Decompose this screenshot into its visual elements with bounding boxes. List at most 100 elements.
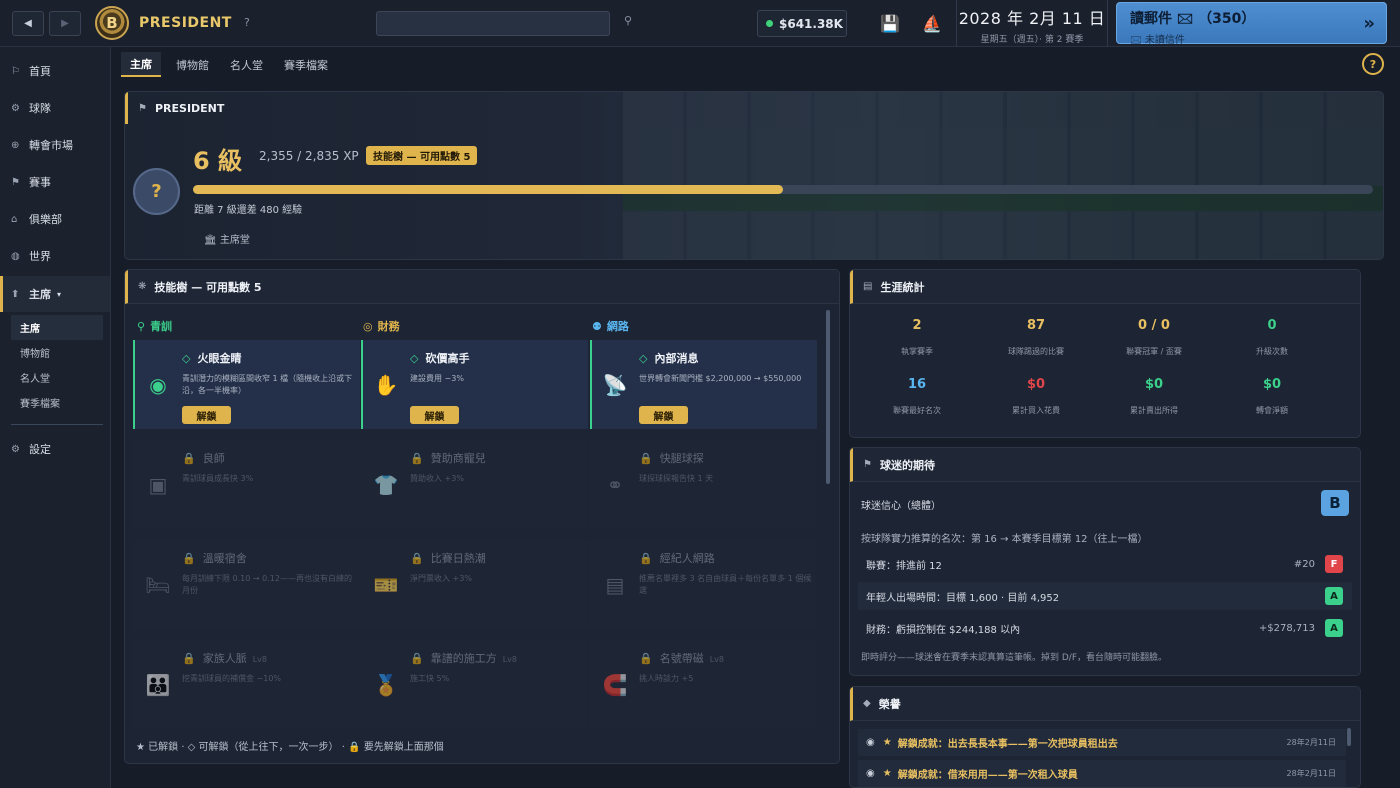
column-youth: ⚲ 青訓: [137, 318, 172, 334]
diamond-icon: ◇: [639, 352, 648, 365]
lock-icon: 🔒: [639, 452, 653, 465]
tab-bar: 主席 博物館 名人堂 賽季檔案: [111, 47, 1400, 77]
president-avatar[interactable]: ?: [133, 168, 180, 215]
sidebar-item-club[interactable]: ⌂ 俱樂部: [0, 201, 110, 237]
sidebar-item-president[interactable]: ⬆ 主席 ▾: [0, 276, 110, 312]
expectation-value: #20: [1293, 558, 1315, 570]
stat-value: 2: [912, 318, 922, 333]
board-icon: ▣: [148, 473, 168, 497]
subnav-item-season-archive[interactable]: 賽季檔案: [11, 390, 103, 415]
stat-label: 累計賣出所得: [1130, 406, 1178, 415]
president-header-label: PRESIDENT: [154, 101, 225, 115]
honors-scrollbar[interactable]: [1347, 728, 1351, 746]
flag-icon: ⚑: [863, 459, 872, 470]
tab-museum[interactable]: 博物館: [167, 52, 218, 77]
sidebar-item-world[interactable]: ◍ 世界: [0, 238, 110, 274]
subnav-item-hall-of-fame[interactable]: 名人堂: [11, 365, 103, 390]
fan-expectation-row: 聯賽：排進前 12 #20 F: [858, 550, 1352, 578]
ship-icon[interactable]: ⛵: [922, 14, 942, 33]
club-icon: ⌂: [11, 213, 18, 225]
skill-description: 建設費用 −3%: [410, 374, 464, 383]
skill-tree-scrollbar[interactable]: [826, 310, 830, 484]
cash-display[interactable]: $641.38K: [757, 10, 847, 37]
club-logo[interactable]: B: [95, 6, 129, 40]
stat-label: 球隊踢過的比賽: [1008, 347, 1064, 356]
honor-row[interactable]: ◉ ★ 解鎖成就：借來用用——第一次租入球員 28年2月11日: [858, 760, 1346, 787]
skill-name: 名號帶磁: [659, 652, 704, 665]
search-icon[interactable]: ⚲: [624, 14, 632, 27]
skill-description: 挑人時談力 +5: [639, 674, 694, 683]
stat-value: $0: [1026, 377, 1046, 392]
tab-season-archive[interactable]: 賽季檔案: [275, 52, 337, 77]
career-stats-title: 生涯統計: [880, 280, 925, 294]
mail-button[interactable]: 讀郵件 🖂 （350） 🖂 未讀信件 »: [1116, 2, 1387, 46]
sidebar-item-home[interactable]: ⚐ 首頁: [0, 53, 110, 89]
skill-description: 施工快 5%: [410, 674, 450, 683]
sidebar-item-transfer[interactable]: ⊕ 轉會市場: [0, 127, 110, 163]
save-icon[interactable]: 💾: [880, 14, 900, 33]
skill-points-badge[interactable]: 技能樹 — 可用點數 5: [366, 146, 478, 165]
tab-president[interactable]: 主席: [121, 52, 161, 77]
unlock-button[interactable]: 解鎖: [410, 406, 459, 424]
grade-badge: F: [1325, 555, 1343, 573]
skill-card[interactable]: 🔒 比賽日熱潮 淨門票收入 +3% 🎫: [361, 540, 588, 629]
expectation-label: 年輕人出場時間：目標 1,600 · 目前 4,952: [866, 592, 1060, 604]
stat-value: $0: [1262, 377, 1282, 392]
skill-card[interactable]: 🔒 溫暖宿舍 每月訓練下限 0.10 → 0.12——再也沒有白練的月份 🛏: [133, 540, 360, 629]
current-date: 2028 年 2月 11 日: [958, 9, 1106, 28]
help-button[interactable]: ?: [1362, 53, 1384, 75]
medal-icon: ◆: [863, 698, 871, 709]
antenna-icon: 📡: [602, 373, 628, 397]
skill-card[interactable]: 🔒 家族人脈 Lv8 挖青訓球員的補償金 −10% 👪: [133, 640, 360, 729]
skill-card[interactable]: 🔒 名號帶磁 Lv8 挑人時談力 +5 🧲: [590, 640, 817, 729]
skill-card[interactable]: 🔒 靠譜的施工方 Lv8 施工快 5% 🏅: [361, 640, 588, 729]
forward-button[interactable]: ▶: [49, 11, 81, 36]
coin-icon: ◎: [363, 319, 373, 333]
skill-card[interactable]: 🔒 快腿球探 球探球探報告快 1 天 ⚭: [590, 440, 817, 529]
expectation-label: 財務：虧損控制在 $244,188 以內: [866, 624, 1021, 636]
sidebar-item-label: 設定: [29, 443, 51, 456]
sidebar-item-team[interactable]: ⚙ 球隊: [0, 90, 110, 126]
skill-card[interactable]: ◇ 火眼金睛 青訓潛力的模糊區間收窄 1 檔（隨機收上沿或下沿，各一半機率） ◉ 解鎖: [133, 340, 360, 429]
lock-icon: 🔒: [182, 552, 196, 565]
skill-description: 淨門票收入 +3%: [410, 574, 472, 583]
shirt-icon: 👕: [373, 473, 399, 497]
skill-card[interactable]: 🔒 贊助商寵兒 贊助收入 +3% 👕: [361, 440, 588, 529]
column-network: ⚉ 網路: [592, 318, 629, 334]
date-panel[interactable]: 2028 年 2月 11 日 星期五（週五）· 第 2 賽季: [956, 0, 1108, 47]
medal-icon: ◉: [866, 737, 875, 748]
search-input[interactable]: [376, 11, 610, 36]
skill-card[interactable]: ◇ 內部消息 世界轉會新聞門檻 $2,200,000 → $550,000 📡 解鎖: [590, 340, 817, 429]
skill-card[interactable]: ◇ 砍價高手 建設費用 −3% ✋ 解鎖: [361, 340, 588, 429]
tab-hall-of-fame[interactable]: 名人堂: [221, 52, 272, 77]
president-hall-link[interactable]: 🏛 主席堂: [204, 231, 250, 246]
youth-icon: ⚲: [137, 319, 146, 333]
eye-icon: ◉: [149, 373, 167, 397]
sidebar-item-settings[interactable]: ⚙ 設定: [0, 431, 110, 467]
lock-icon: 🔒: [182, 652, 196, 665]
subnav-item-museum[interactable]: 博物館: [11, 340, 103, 365]
honor-text: 解鎖成就：借來用用——第一次租入球員: [897, 770, 1078, 781]
medal-icon: 🏅: [373, 673, 399, 697]
skill-card[interactable]: 🔒 經紀人網路 推薦名單裡多 3 名自由球員＋每份名單多 1 個候選 ▤: [590, 540, 817, 629]
stat-label: 執掌賽季: [901, 347, 933, 356]
honor-row[interactable]: ◉ ★ 解鎖成就：出去長長本事——第一次把球員租出去 28年2月11日: [858, 729, 1346, 756]
subnav-item-president[interactable]: 主席: [11, 315, 103, 340]
stat-value: 16: [907, 377, 927, 392]
xp-progress-bar: [193, 185, 1373, 194]
fan-expectations-header: ⚑ 球迷的期待: [850, 448, 1360, 482]
unlock-button[interactable]: 解鎖: [639, 406, 688, 424]
skill-title: 🔒 靠譜的施工方 Lv8: [410, 650, 517, 666]
skill-card[interactable]: 🔒 良師 青訓球員成長快 3% ▣: [133, 440, 360, 529]
help-icon[interactable]: ?: [244, 16, 250, 29]
unlock-button[interactable]: 解鎖: [182, 406, 231, 424]
lock-icon: 🔒: [182, 452, 196, 465]
lock-icon: 🔒: [639, 552, 653, 565]
sidebar-item-competitions[interactable]: ⚑ 賽事: [0, 164, 110, 200]
grade-badge: A: [1325, 619, 1343, 637]
honors-title: 榮譽: [878, 697, 901, 711]
skill-description: 青訓潛力的模糊區間收窄 1 檔（隨機收上沿或下沿，各一半機率）: [182, 374, 353, 395]
brand-title: PRESIDENT: [139, 15, 232, 31]
skill-name: 砍價高手: [425, 352, 470, 365]
back-button[interactable]: ◀: [12, 11, 44, 36]
